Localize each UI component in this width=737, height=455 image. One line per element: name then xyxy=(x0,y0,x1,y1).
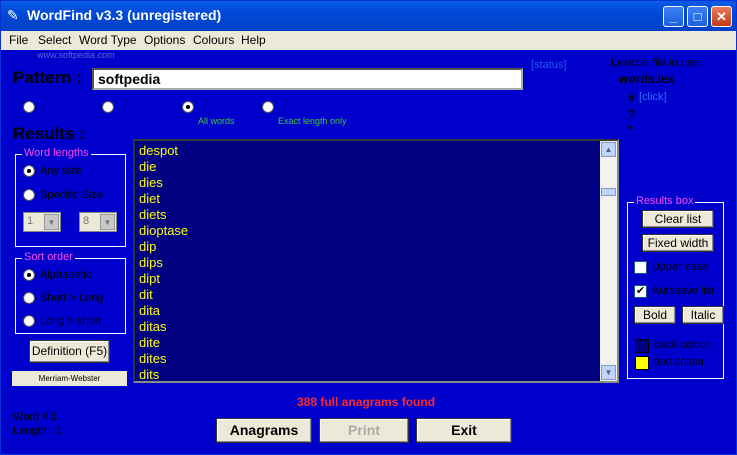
mode-label-all-words: All words xyxy=(198,116,235,126)
italic-button[interactable]: Italic xyxy=(682,306,724,324)
wordfind-window: ✎ WordFind v3.3 (unregistered) _ □ ✕ Fil… xyxy=(0,0,737,455)
definition-button[interactable]: Definition (F5) xyxy=(29,340,110,363)
size-separator: - xyxy=(67,216,71,228)
upper-case-checkbox[interactable] xyxy=(634,261,647,274)
chevron-down-icon: ▼ xyxy=(100,214,115,230)
lexicon-hash: # xyxy=(628,91,635,105)
text-colour-label: text colour xyxy=(654,356,705,368)
pattern-input[interactable]: softpedia xyxy=(92,68,523,90)
scroll-down-icon[interactable]: ▼ xyxy=(601,365,616,380)
list-item[interactable]: diets xyxy=(139,207,166,222)
mode-radio-2[interactable] xyxy=(102,101,114,113)
list-item[interactable]: dipt xyxy=(139,271,160,286)
feather-icon: ✎ xyxy=(7,7,19,23)
menu-colours[interactable]: Colours xyxy=(193,33,234,47)
found-count: 388 full anagrams found xyxy=(297,395,436,409)
upper-case-label: Upper case xyxy=(652,261,709,273)
minimize-button[interactable]: _ xyxy=(663,6,684,27)
scroll-up-icon[interactable]: ▲ xyxy=(601,142,616,157)
list-item[interactable]: dita xyxy=(139,303,160,318)
fixed-width-button[interactable]: Fixed width xyxy=(642,234,714,252)
menu-help[interactable]: Help xyxy=(241,33,266,47)
status-text: [status] xyxy=(531,59,567,71)
list-item[interactable]: dips xyxy=(139,255,163,270)
list-item[interactable]: despot xyxy=(139,143,178,158)
merriam-webster-label: Merriam-Webster xyxy=(12,371,127,386)
word-lengths-title: Word lengths xyxy=(22,147,91,159)
mode-radio-1[interactable] xyxy=(23,101,35,113)
anagrams-button[interactable]: Anagrams xyxy=(216,418,312,443)
lexicon-label: Lexicon file in use: xyxy=(611,57,702,69)
maximize-button[interactable]: □ xyxy=(687,6,708,27)
list-item[interactable]: dite xyxy=(139,335,160,350)
print-button[interactable]: Print xyxy=(319,418,409,443)
bold-button[interactable]: Bold xyxy=(634,306,676,324)
back-colour-label: back colour xyxy=(654,339,711,351)
size-radio-any[interactable] xyxy=(23,165,35,177)
results-box-title: Results box xyxy=(634,195,696,207)
lexicon-link[interactable]: [click] xyxy=(639,91,667,103)
text-colour-swatch[interactable] xyxy=(635,356,649,370)
sort-order-title: Sort order xyxy=(22,251,75,263)
list-item[interactable]: diet xyxy=(139,191,160,206)
menu-file[interactable]: File xyxy=(9,33,28,47)
list-item[interactable]: ditas xyxy=(139,319,166,334)
size-to-value: 8 xyxy=(83,215,90,227)
mode-radio-all-words[interactable] xyxy=(182,101,194,113)
menu-options[interactable]: Options xyxy=(144,33,185,47)
title-bar: ✎ WordFind v3.3 (unregistered) _ □ ✕ xyxy=(1,1,736,31)
watermark: www.softpedia.com xyxy=(37,50,115,60)
pattern-label: Pattern : xyxy=(13,68,82,87)
size-from-value: 1 xyxy=(27,215,34,227)
sort-radio-long-short[interactable] xyxy=(23,315,35,327)
size-label-specific: Specific Size xyxy=(40,189,103,201)
sort-radio-alphabetic[interactable] xyxy=(23,269,35,281)
word-number: Word # 1 xyxy=(13,411,58,423)
lexicon-question: ? xyxy=(628,107,636,121)
list-item[interactable]: dies xyxy=(139,175,163,190)
menu-select[interactable]: Select xyxy=(38,33,71,47)
results-label: Results : xyxy=(13,124,85,143)
back-colour-swatch[interactable] xyxy=(635,339,649,353)
autosave-checkbox[interactable]: ✔ xyxy=(634,285,647,298)
sort-label-long-short: Long > short xyxy=(40,315,102,327)
mode-radio-exact-length[interactable] xyxy=(262,101,274,113)
menu-bar: File Select Word Type Options Colours He… xyxy=(1,31,736,50)
results-list[interactable]: despot die dies diet diets dioptase dip … xyxy=(133,139,619,383)
sort-label-short-long: Short > Long xyxy=(40,292,104,304)
window-title: WordFind v3.3 (unregistered) xyxy=(27,7,222,23)
clear-list-button[interactable]: Clear list xyxy=(642,210,714,228)
lexicon-file: words.lex xyxy=(619,72,675,86)
list-item[interactable]: dit xyxy=(139,287,153,302)
sort-radio-short-long[interactable] xyxy=(23,292,35,304)
list-item[interactable]: dits xyxy=(139,367,159,381)
size-from-select[interactable]: 1 ▼ xyxy=(23,212,61,232)
exit-button[interactable]: Exit xyxy=(416,418,512,443)
mode-label-exact-length: Exact length only xyxy=(278,116,347,126)
menu-word-type[interactable]: Word Type xyxy=(79,33,137,47)
list-item[interactable]: die xyxy=(139,159,156,174)
list-item[interactable]: dites xyxy=(139,351,166,366)
size-radio-specific[interactable] xyxy=(23,189,35,201)
lexicon-star: * xyxy=(628,123,633,137)
list-item[interactable]: dip xyxy=(139,239,156,254)
scroll-thumb[interactable] xyxy=(601,188,616,196)
sort-label-alphabetic: Alphabetic xyxy=(40,269,92,281)
close-button[interactable]: ✕ xyxy=(711,6,732,27)
list-item[interactable]: dioptase xyxy=(139,223,188,238)
results-scrollbar[interactable]: ▲ ▼ xyxy=(600,141,617,381)
autosave-label: Autosave list xyxy=(652,285,715,297)
word-length: Length : 1 xyxy=(13,425,62,437)
size-label-any: Any size xyxy=(40,165,82,177)
chevron-down-icon: ▼ xyxy=(44,214,59,230)
size-to-select[interactable]: 8 ▼ xyxy=(79,212,117,232)
